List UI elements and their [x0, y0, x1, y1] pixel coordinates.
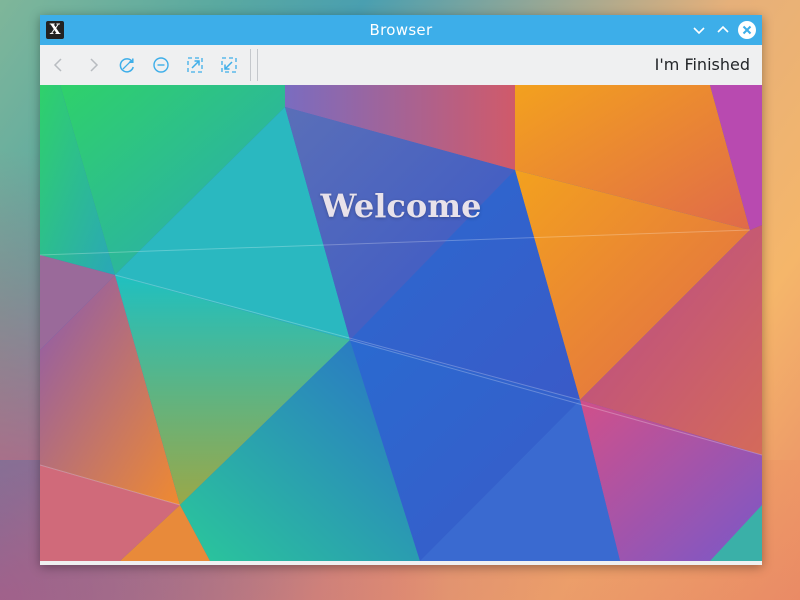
minimize-button[interactable] [690, 21, 708, 39]
im-finished-button[interactable]: I'm Finished [655, 45, 750, 85]
back-button[interactable] [47, 53, 71, 77]
close-icon [742, 25, 752, 35]
forward-button[interactable] [81, 53, 105, 77]
browser-window: X Browser I'm Finished Welcome [40, 15, 762, 565]
maximize-button[interactable] [714, 21, 732, 39]
reload-icon [119, 58, 134, 73]
toolbar: I'm Finished [40, 45, 762, 86]
wallpaper-background [40, 85, 762, 561]
page-heading: Welcome [320, 187, 482, 225]
close-button[interactable] [738, 21, 756, 39]
toolbar-separator [257, 49, 258, 81]
window-bottom-border [40, 561, 762, 565]
fullscreen-button[interactable] [183, 53, 207, 77]
toolbar-separator [250, 49, 251, 81]
titlebar[interactable]: X Browser [40, 15, 762, 45]
reload-button[interactable] [115, 53, 139, 77]
window-title: Browser [369, 21, 433, 39]
shrink-icon [221, 57, 237, 73]
expand-icon [187, 57, 203, 73]
chevron-left-icon [53, 58, 62, 72]
restore-button[interactable] [217, 53, 241, 77]
zoom-out-button[interactable] [149, 53, 173, 77]
web-content[interactable]: Welcome [40, 85, 762, 561]
chevron-down-icon [693, 27, 705, 35]
chevron-right-icon [90, 58, 99, 72]
chevron-up-icon [717, 25, 729, 33]
zoom-out-icon [153, 57, 169, 73]
